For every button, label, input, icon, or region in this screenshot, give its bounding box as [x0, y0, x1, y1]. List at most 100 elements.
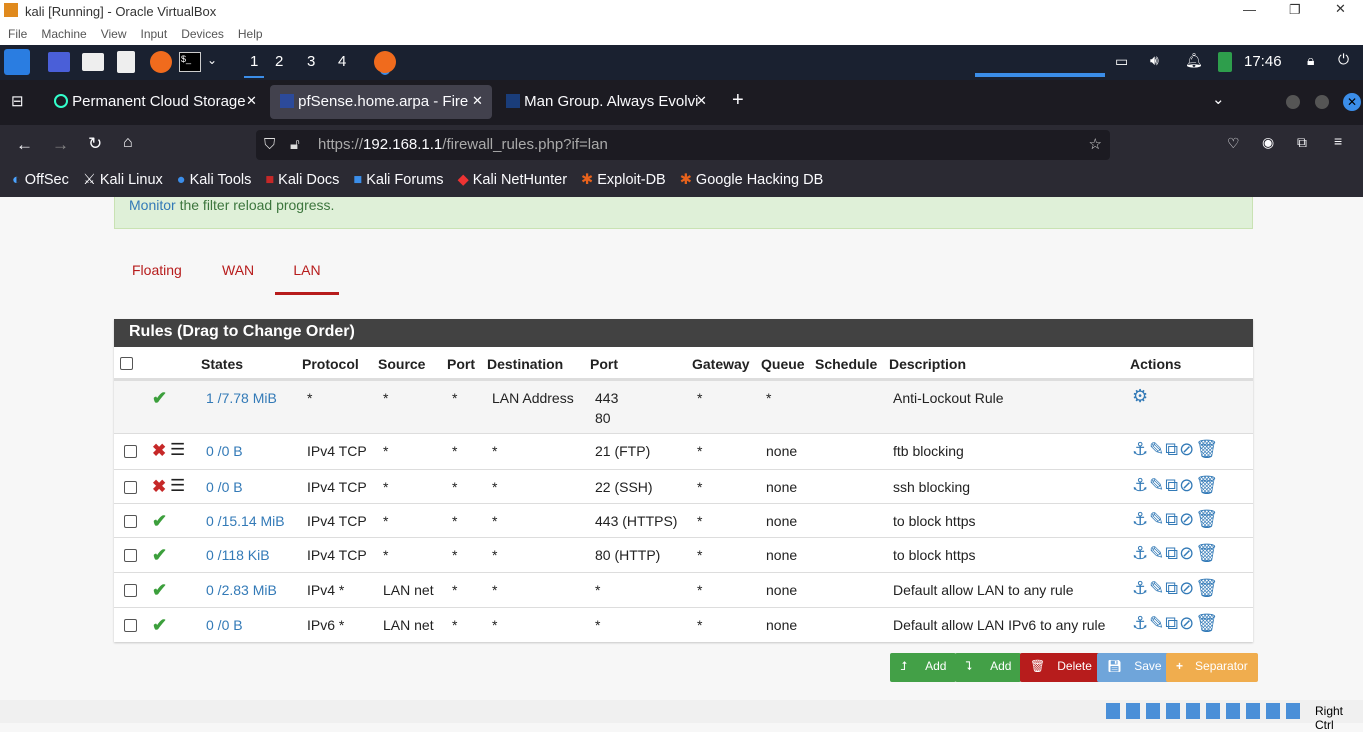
workspace-4[interactable]: 4: [338, 53, 346, 70]
disable-icon[interactable]: ⊘: [1179, 439, 1195, 459]
reload-icon[interactable]: ↻: [88, 134, 102, 154]
terminal-icon[interactable]: $_: [179, 52, 201, 72]
pencil-icon[interactable]: ✎: [1149, 543, 1165, 563]
bookmark-exploit-db[interactable]: ✱ Exploit-DB: [581, 172, 666, 190]
workspace-1[interactable]: 1: [244, 53, 265, 78]
trash-icon[interactable]: 🗑︎: [1195, 613, 1219, 633]
anchor-icon[interactable]: ⚓︎: [1132, 613, 1149, 633]
states-link[interactable]: 0 /118 KiB: [206, 547, 270, 563]
pencil-icon[interactable]: ✎: [1149, 613, 1165, 633]
maximize-browser-button[interactable]: [1315, 95, 1329, 109]
tab-close-icon[interactable]: ✕: [246, 93, 257, 109]
disable-icon[interactable]: ⊘: [1179, 543, 1195, 563]
menu-help[interactable]: Help: [238, 27, 263, 41]
header-gateway[interactable]: Gateway: [692, 356, 750, 372]
bookmark-kali-tools[interactable]: ● Kali Tools: [177, 172, 252, 190]
tab-cloud-storage[interactable]: Permanent Cloud Storage: [44, 85, 266, 119]
bookmark-google-hacking-db[interactable]: ✱ Google Hacking DB: [680, 172, 824, 190]
trash-icon[interactable]: 🗑︎: [1195, 509, 1219, 529]
volume-icon[interactable]: 🔊︎: [1150, 52, 1159, 69]
menu-input[interactable]: Input: [141, 27, 168, 41]
home-icon[interactable]: ⌂: [123, 134, 133, 152]
minimize-button[interactable]: —: [1243, 2, 1256, 17]
monitor-link[interactable]: Monitor: [129, 197, 176, 213]
row-checkbox[interactable]: [124, 515, 137, 528]
pencil-icon[interactable]: ✎: [1149, 439, 1165, 459]
row-checkbox[interactable]: [124, 619, 137, 632]
tab-pfsense[interactable]: pfSense.home.arpa - Fire: [270, 85, 492, 119]
anchor-icon[interactable]: ⚓︎: [1132, 578, 1149, 598]
bookmark-star-icon[interactable]: ☆: [1089, 135, 1102, 153]
header-protocol[interactable]: Protocol: [302, 356, 359, 372]
row-checkbox[interactable]: [124, 481, 137, 494]
close-browser-button[interactable]: ✕: [1343, 93, 1361, 111]
table-row[interactable]: ✔ 0 /15.14 MiB IPv4 TCP * * * 443 (HTTPS) * none…: [114, 503, 1253, 537]
copy-icon[interactable]: ⧉: [1165, 543, 1179, 563]
insecure-lock-icon[interactable]: 🔓︎: [290, 136, 300, 153]
bookmark-kali-linux[interactable]: ⚔ Kali Linux: [83, 172, 163, 190]
select-all-checkbox[interactable]: [120, 357, 133, 370]
shield-icon[interactable]: ⛉: [264, 136, 275, 153]
tab-lan[interactable]: LAN: [275, 262, 339, 295]
firefox-window-icon[interactable]: [374, 51, 396, 73]
battery-icon[interactable]: [1218, 52, 1232, 72]
header-dest-port[interactable]: Port: [590, 356, 618, 372]
add-top-button[interactable]: ⮥ Add: [890, 653, 957, 682]
minimize-browser-button[interactable]: [1286, 95, 1300, 109]
new-tab-icon[interactable]: +: [732, 89, 744, 112]
tab-floating[interactable]: Floating: [132, 262, 182, 278]
tab-overview-icon[interactable]: ⊟: [11, 92, 24, 110]
menu-file[interactable]: File: [8, 27, 27, 41]
copy-icon[interactable]: ⧉: [1165, 578, 1179, 598]
header-destination[interactable]: Destination: [487, 356, 563, 372]
files-icon[interactable]: [82, 53, 104, 71]
url-bar[interactable]: ⛉ 🔓︎ https://192.168.1.1/firewall_rules.…: [256, 130, 1110, 160]
bookmark-kali-nethunter[interactable]: ◆ Kali NetHunter: [458, 172, 567, 190]
states-link[interactable]: 0 /2.83 MiB: [206, 582, 277, 598]
table-row[interactable]: ✔ 1 /7.78 MiB * * * LAN Address 443 80 * * Anti-Lo…: [114, 380, 1253, 433]
table-row[interactable]: ✔ 0 /0 B IPv6 * LAN net * * * * none Default allo…: [114, 607, 1253, 641]
header-queue[interactable]: Queue: [761, 356, 805, 372]
header-source-port[interactable]: Port: [447, 356, 475, 372]
device-status-icons[interactable]: [1106, 703, 1306, 719]
anchor-icon[interactable]: ⚓︎: [1132, 439, 1149, 459]
pass-check-icon[interactable]: ✔: [152, 545, 167, 566]
menu-machine[interactable]: Machine: [41, 27, 86, 41]
lock-icon[interactable]: 🔒︎: [1307, 52, 1314, 69]
account-icon[interactable]: ◉: [1262, 134, 1274, 151]
copy-icon[interactable]: ⧉: [1165, 475, 1179, 495]
header-schedule[interactable]: Schedule: [815, 356, 877, 372]
disable-icon[interactable]: ⊘: [1179, 509, 1195, 529]
trash-icon[interactable]: 🗑︎: [1195, 439, 1219, 459]
save-button[interactable]: 💾︎ Save: [1097, 653, 1172, 682]
copy-icon[interactable]: ⧉: [1165, 439, 1179, 459]
workspace-2[interactable]: 2: [275, 53, 283, 70]
tab-close-icon[interactable]: ✕: [696, 93, 707, 109]
notification-icon[interactable]: 🔔︎: [1185, 52, 1203, 69]
gear-icon[interactable]: ⚙: [1132, 386, 1149, 407]
kali-menu-icon[interactable]: [4, 49, 30, 75]
disable-icon[interactable]: ⊘: [1179, 475, 1195, 495]
pass-check-icon[interactable]: ✔: [152, 615, 167, 636]
copy-icon[interactable]: ⧉: [1165, 509, 1179, 529]
forward-icon[interactable]: →: [52, 135, 69, 155]
pencil-icon[interactable]: ✎: [1149, 475, 1165, 495]
chevron-down-icon[interactable]: ⌄: [207, 53, 217, 67]
block-x-icon[interactable]: ✖: [152, 441, 166, 461]
bookmark-offsec[interactable]: ◐ OffSec: [12, 172, 69, 190]
states-link[interactable]: 1 /7.78 MiB: [206, 390, 277, 406]
desktop-icon[interactable]: [48, 52, 70, 72]
tab-close-icon[interactable]: ✕: [472, 93, 483, 109]
add-bottom-button[interactable]: ⮧ Add: [955, 653, 1022, 682]
delete-button[interactable]: 🗑︎ Delete: [1020, 653, 1102, 682]
text-editor-icon[interactable]: [117, 51, 135, 73]
anchor-icon[interactable]: ⚓︎: [1132, 509, 1149, 529]
pass-check-icon[interactable]: ✔: [152, 511, 167, 532]
separator-button[interactable]: + Separator: [1166, 653, 1258, 682]
firefox-icon[interactable]: [150, 51, 172, 73]
menu-icon[interactable]: ≡: [1334, 133, 1342, 149]
tab-wan[interactable]: WAN: [222, 262, 254, 278]
states-link[interactable]: 0 /0 B: [206, 479, 243, 495]
back-icon[interactable]: ←: [16, 135, 33, 155]
menu-devices[interactable]: Devices: [181, 27, 224, 41]
